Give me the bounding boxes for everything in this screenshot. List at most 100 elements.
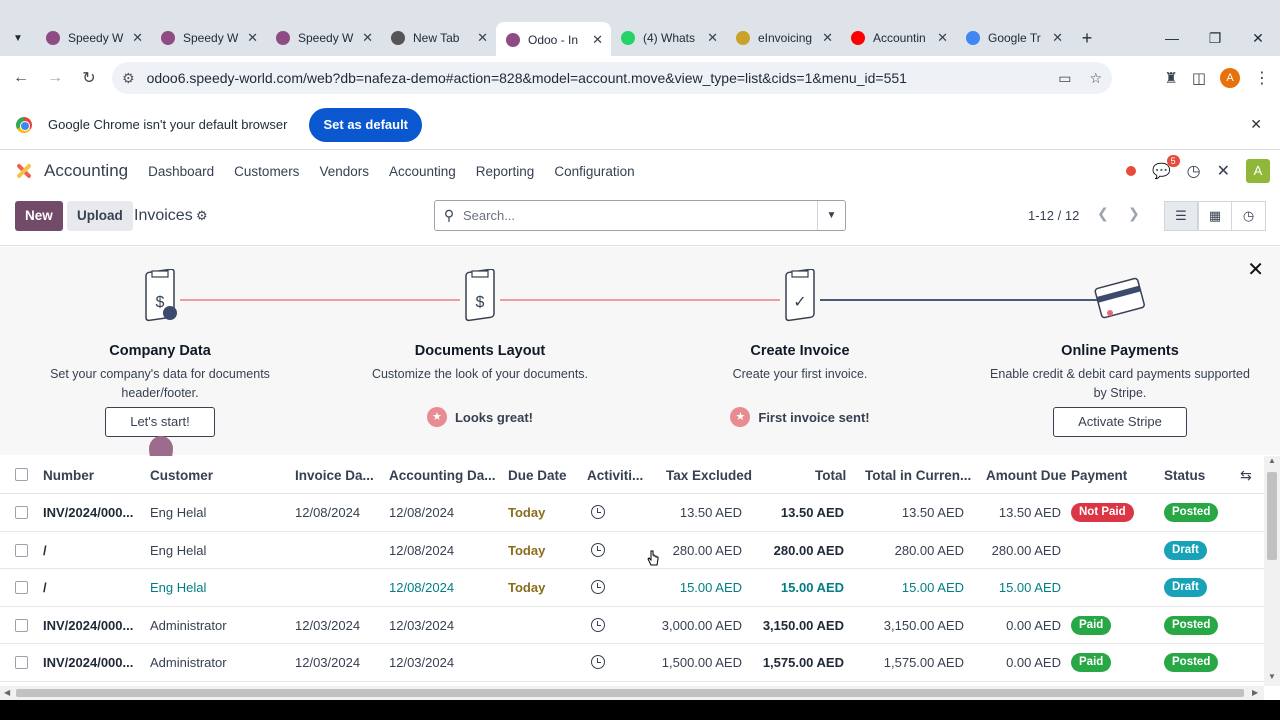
pager-next-icon[interactable]: ❯ — [1128, 205, 1140, 222]
activity-clock-icon[interactable] — [591, 505, 605, 519]
step-done-label: ★ First invoice sent! — [730, 407, 870, 427]
tab-close-icon[interactable]: ✕ — [247, 30, 258, 46]
column-header[interactable]: Accounting Da... — [389, 468, 496, 483]
menu-item[interactable]: Vendors — [319, 164, 369, 179]
column-header[interactable]: Status — [1164, 468, 1205, 483]
column-header[interactable]: Activiti... — [587, 468, 643, 483]
menu-item[interactable]: Dashboard — [148, 164, 214, 179]
actions-gear-icon[interactable]: ⚙ — [196, 208, 208, 224]
app-name[interactable]: Accounting — [44, 161, 128, 181]
browser-tab[interactable]: Accountin ✕ — [841, 22, 956, 54]
new-tab-button[interactable]: + — [1071, 28, 1103, 49]
new-button[interactable]: New — [15, 201, 63, 231]
vertical-scroll-thumb[interactable] — [1267, 472, 1277, 560]
forward-icon[interactable]: → — [38, 69, 72, 87]
table-row[interactable]: INV/2024/000... Administrator 12/03/2024 12… — [0, 644, 1264, 682]
menu-item[interactable]: Customers — [234, 164, 299, 179]
list-view-icon[interactable]: ☰ — [1164, 201, 1198, 231]
select-all-checkbox[interactable] — [15, 468, 28, 481]
kanban-view-icon[interactable]: ▦ — [1198, 201, 1232, 231]
reload-icon[interactable]: ↻ — [72, 68, 106, 88]
column-header[interactable]: Invoice Da... — [295, 468, 374, 483]
tab-close-icon[interactable]: ✕ — [132, 30, 143, 46]
tab-close-icon[interactable]: ✕ — [707, 30, 718, 46]
activity-view-icon[interactable]: ◷ — [1232, 201, 1266, 231]
infobar-close-icon[interactable]: ✕ — [1250, 116, 1262, 133]
column-header[interactable]: Amount Due — [986, 468, 1066, 483]
close-window-icon[interactable]: ✕ — [1236, 20, 1280, 56]
tab-search-dropdown[interactable]: ▼ — [0, 20, 36, 56]
browser-tab[interactable]: Speedy W ✕ — [36, 22, 151, 54]
recording-dot-icon[interactable] — [1125, 166, 1136, 176]
back-icon[interactable]: ← — [4, 69, 38, 87]
chrome-menu-icon[interactable]: ⋮ — [1254, 68, 1270, 88]
search-options-toggle[interactable]: ▼ — [817, 201, 845, 230]
pager-previous-icon[interactable]: ❮ — [1097, 205, 1109, 222]
minimize-icon[interactable]: — — [1150, 20, 1194, 56]
column-header[interactable]: Number — [43, 468, 94, 483]
column-header[interactable]: Payment — [1071, 468, 1127, 483]
tab-close-icon[interactable]: ✕ — [477, 30, 488, 46]
activity-clock-icon[interactable] — [591, 542, 605, 557]
menu-item[interactable]: Reporting — [476, 164, 535, 179]
menu-item[interactable]: Configuration — [554, 164, 634, 179]
tab-close-icon[interactable]: ✕ — [822, 30, 833, 46]
install-app-icon[interactable]: ▭ — [1058, 70, 1071, 87]
activity-clock-icon[interactable]: ◷ — [1187, 161, 1201, 181]
spy-extension-icon[interactable]: ♜ — [1164, 69, 1177, 87]
tab-close-icon[interactable]: ✕ — [937, 30, 948, 46]
address-bar[interactable]: ⚙ odoo6.speedy-world.com/web?db=nafeza-d… — [112, 62, 1112, 94]
set-default-button[interactable]: Set as default — [309, 107, 423, 142]
column-header[interactable]: Due Date — [508, 468, 567, 483]
site-info-icon[interactable]: ⚙ — [122, 70, 135, 87]
table-row[interactable]: INV/2024/000... Administrator 12/03/2024 12… — [0, 606, 1264, 644]
row-checkbox[interactable] — [15, 543, 28, 557]
debug-tools-icon[interactable]: ✕ — [1217, 161, 1230, 181]
tab-row: ▼ Speedy W ✕ Speedy W ✕ Speedy W ✕ New Tab ✕ Odo… — [0, 20, 1280, 58]
invoice-number: / — [43, 580, 47, 595]
user-avatar[interactable]: A — [1246, 159, 1270, 183]
search-input[interactable]: Search... — [463, 208, 817, 223]
row-checkbox[interactable] — [15, 506, 28, 519]
column-header[interactable]: Total — [815, 468, 846, 483]
activity-clock-icon[interactable] — [591, 580, 605, 594]
column-header[interactable]: Customer — [150, 468, 213, 483]
step-action-button[interactable]: Activate Stripe — [1053, 407, 1187, 437]
activity-clock-icon[interactable] — [591, 655, 605, 669]
row-checkbox[interactable] — [15, 656, 28, 669]
column-header[interactable]: Tax Excluded — [666, 468, 752, 483]
table-row[interactable]: / Eng Helal 12/08/2024 Today 280.00 AED 280.0… — [0, 531, 1264, 569]
column-header[interactable]: Total in Curren... — [865, 468, 971, 483]
optional-columns-icon[interactable]: ⇆ — [1240, 467, 1252, 484]
row-checkbox[interactable] — [15, 618, 28, 632]
pager-value[interactable]: 1-12 / 12 — [1028, 208, 1079, 223]
upload-button[interactable]: Upload — [67, 201, 133, 231]
browser-tab[interactable]: New Tab ✕ — [381, 22, 496, 54]
browser-tab[interactable]: Odoo - In ✕ — [496, 22, 611, 58]
extensions-puzzle-icon[interactable]: ◫ — [1192, 69, 1206, 87]
chrome-logo-icon — [16, 116, 32, 133]
step-action-button[interactable]: Let's start! — [105, 407, 215, 437]
horizontal-scroll-thumb[interactable] — [16, 689, 1244, 697]
total-in-currency: 13.50 AED — [901, 505, 964, 520]
bookmark-star-icon[interactable]: ☆ — [1089, 70, 1102, 87]
restore-icon[interactable]: ❐ — [1193, 20, 1237, 56]
browser-tab[interactable]: eInvoicing ✕ — [726, 22, 841, 54]
chat-icon[interactable]: 💬 5 — [1152, 155, 1180, 180]
vertical-scrollbar[interactable]: ▲ ▼ — [1264, 456, 1280, 686]
browser-tab[interactable]: Google Tr ✕ — [956, 22, 1071, 54]
accounting-app-icon[interactable] — [14, 161, 34, 181]
table-row[interactable]: / Eng Helal 12/08/2024 Today 15.00 AED 15.00 … — [0, 569, 1264, 607]
profile-avatar[interactable]: A — [1220, 68, 1240, 88]
tab-close-icon[interactable]: ✕ — [362, 30, 373, 46]
browser-tab[interactable]: (4) Whats ✕ — [611, 22, 726, 54]
tab-close-icon[interactable]: ✕ — [592, 32, 603, 48]
menu-item[interactable]: Accounting — [389, 164, 456, 179]
tab-close-icon[interactable]: ✕ — [1052, 30, 1063, 46]
browser-tab[interactable]: Speedy W ✕ — [266, 22, 381, 54]
row-checkbox[interactable] — [15, 581, 28, 594]
activity-clock-icon[interactable] — [591, 617, 605, 632]
horizontal-scrollbar[interactable]: ◀ ▶ — [0, 686, 1264, 700]
browser-tab[interactable]: Speedy W ✕ — [151, 22, 266, 54]
table-row[interactable]: INV/2024/000... Eng Helal 12/08/2024 12/08/… — [0, 494, 1264, 532]
